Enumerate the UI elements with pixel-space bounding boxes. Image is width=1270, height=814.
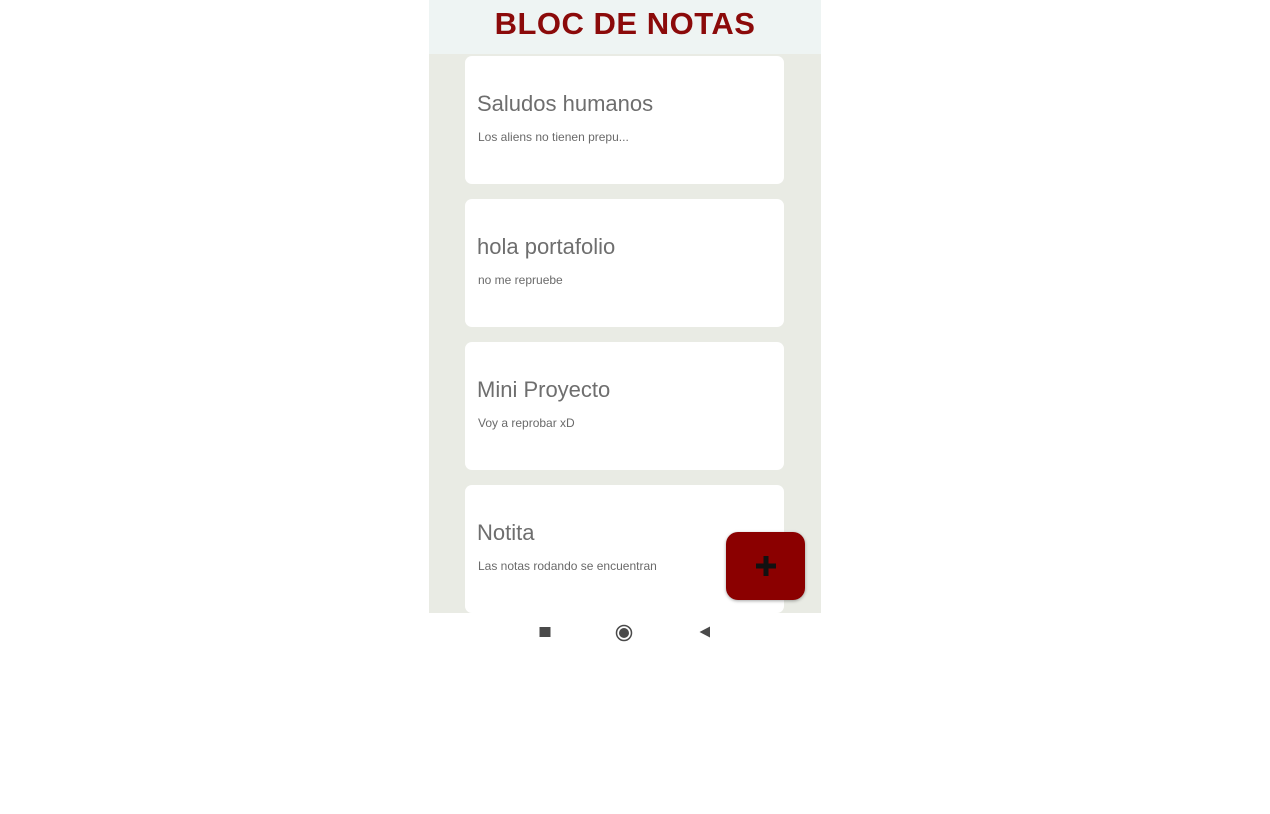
- app-header: BLOC DE NOTAS: [429, 0, 821, 54]
- note-preview: Las notas rodando se encuentran: [478, 559, 657, 573]
- note-preview: Voy a reprobar xD: [478, 416, 575, 430]
- note-card[interactable]: hola portafolio no me repruebe: [465, 199, 784, 327]
- add-note-button[interactable]: [726, 532, 805, 600]
- system-nav-bar: [429, 613, 821, 653]
- notes-list: Saludos humanos Los aliens no tienen pre…: [465, 56, 784, 613]
- back-triangle-icon[interactable]: [698, 625, 712, 639]
- phone-screen: BLOC DE NOTAS Saludos humanos Los aliens…: [429, 0, 821, 613]
- note-card[interactable]: Saludos humanos Los aliens no tienen pre…: [465, 56, 784, 184]
- recents-square-icon[interactable]: [538, 625, 552, 639]
- note-preview: Los aliens no tienen prepu...: [478, 130, 629, 144]
- note-title: Mini Proyecto: [477, 377, 611, 402]
- home-circle-icon[interactable]: [615, 624, 633, 642]
- note-title: Notita: [477, 520, 535, 545]
- note-title: Saludos humanos: [477, 91, 654, 116]
- app-title: BLOC DE NOTAS: [494, 6, 756, 41]
- note-title: hola portafolio: [477, 234, 616, 259]
- plus-icon: [754, 554, 778, 578]
- note-preview: no me repruebe: [478, 273, 563, 287]
- note-card[interactable]: Mini Proyecto Voy a reprobar xD: [465, 342, 784, 470]
